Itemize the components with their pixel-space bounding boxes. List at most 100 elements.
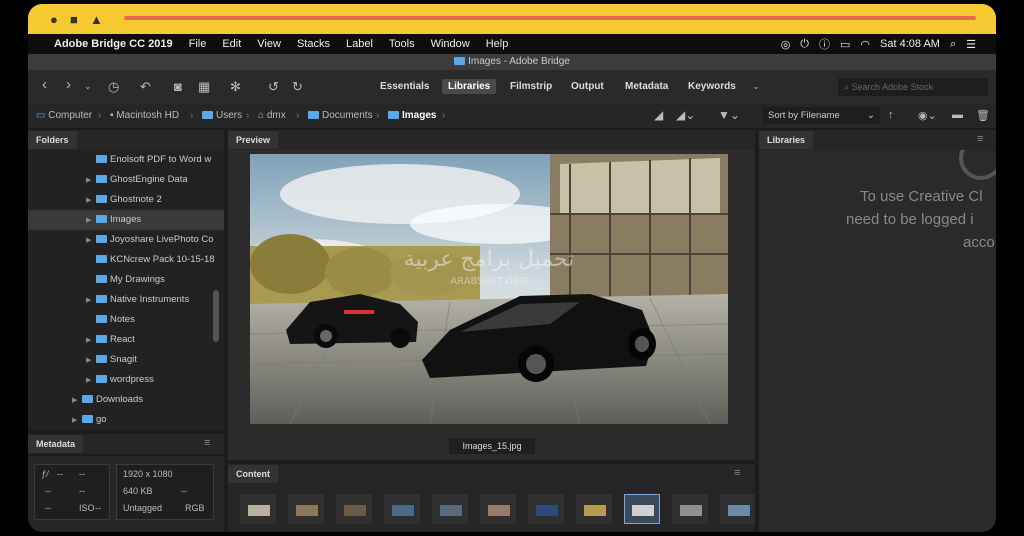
disk-icon: ▪: [110, 110, 114, 121]
boomerang-icon[interactable]: ↶: [140, 79, 151, 95]
libraries-message-line-2: need to be logged i: [846, 211, 974, 228]
tab-metadata[interactable]: Metadata: [28, 435, 84, 453]
folder-row[interactable]: ▶ Downloads: [28, 390, 224, 410]
open-recent-icon[interactable]: ◉⌄: [918, 109, 937, 122]
folder-label: KCNcrew Pack 10-15-18: [110, 254, 215, 265]
panel-menu-icon[interactable]: ≡: [734, 467, 740, 479]
forward-icon[interactable]: ›: [66, 76, 71, 93]
content-thumbnail[interactable]: [624, 494, 660, 524]
folder-icon: [96, 295, 107, 304]
workspace-keywords[interactable]: Keywords: [688, 81, 736, 92]
folder-label: Native Instruments: [110, 294, 190, 305]
folder-row[interactable]: ▶ wordpress: [28, 370, 224, 390]
workspace-metadata[interactable]: Metadata: [625, 81, 668, 92]
disclosure-triangle-icon[interactable]: ▶: [72, 411, 82, 430]
folder-row[interactable]: ▶ React: [28, 330, 224, 350]
folder-row[interactable]: ▶ Images: [28, 210, 224, 230]
content-thumbnail[interactable]: [720, 494, 755, 524]
breadcrumb-documents[interactable]: Documents: [308, 110, 373, 121]
breadcrumb-dmx[interactable]: ⌂ dmx: [258, 110, 286, 121]
disclosure-triangle-icon[interactable]: ▶: [72, 391, 82, 410]
content-thumbnail[interactable]: [288, 494, 324, 524]
libraries-message-line-1: To use Creative Cl: [860, 188, 983, 205]
disclosure-triangle-icon[interactable]: ▶: [86, 231, 96, 250]
workspace-essentials[interactable]: Essentials: [380, 81, 429, 92]
content-thumbnail[interactable]: [384, 494, 420, 524]
folder-row[interactable]: ▶ Native Instruments: [28, 290, 224, 310]
folder-row[interactable]: Notes: [28, 310, 224, 330]
rotate-right-icon[interactable]: ↻: [292, 79, 303, 95]
folder-row[interactable]: ▶ Ghostnote 2: [28, 190, 224, 210]
folder-row[interactable]: Enolsoft PDF to Word w: [28, 150, 224, 170]
disclosure-triangle-icon[interactable]: ▶: [86, 191, 96, 210]
search-input[interactable]: ⌕ Search Adobe Stock: [838, 78, 988, 96]
content-thumbnail[interactable]: [576, 494, 612, 524]
breadcrumb-users[interactable]: Users: [202, 110, 242, 121]
menu-edit[interactable]: Edit: [222, 38, 241, 50]
breadcrumb-macintosh-hd[interactable]: ▪ Macintosh HD: [110, 110, 179, 121]
search-icon[interactable]: ⌕: [950, 38, 956, 51]
creative-cloud-icon[interactable]: ◎: [781, 38, 791, 51]
sort-ascending-icon[interactable]: ↑: [888, 109, 894, 121]
folder-row[interactable]: ▶ GhostEngine Data: [28, 170, 224, 190]
content-thumbnail[interactable]: [480, 494, 516, 524]
disclosure-triangle-icon[interactable]: ▶: [86, 211, 96, 230]
menu-window[interactable]: Window: [431, 38, 470, 50]
rating-filter-icon[interactable]: ◢⌄: [676, 108, 695, 122]
content-thumbnail[interactable]: [672, 494, 708, 524]
quality-icon[interactable]: ◢: [654, 108, 663, 122]
refine-icon[interactable]: ▦: [198, 79, 210, 95]
disclosure-triangle-icon[interactable]: ▶: [86, 291, 96, 310]
new-folder-icon[interactable]: ▬: [952, 109, 963, 121]
app-menu[interactable]: Adobe Bridge CC 2019: [54, 38, 173, 50]
rotate-left-icon[interactable]: ↺: [268, 79, 279, 95]
chevron-down-icon[interactable]: ⌄: [84, 81, 92, 92]
trash-icon[interactable]: 🗑: [976, 109, 990, 122]
filter-icon[interactable]: ▼⌄: [718, 108, 740, 122]
info-icon[interactable]: ⓘ: [819, 36, 830, 52]
preview-image[interactable]: تحميل برامج عربية ARABSOFT.ORG: [250, 154, 728, 424]
panel-menu-icon[interactable]: ≡: [977, 133, 983, 145]
content-thumbnail[interactable]: [240, 494, 276, 524]
folder-icon: [96, 175, 107, 184]
folder-row[interactable]: ▶ Joyoshare LivePhoto Co: [28, 230, 224, 250]
menu-view[interactable]: View: [257, 38, 281, 50]
airplay-icon[interactable]: ▭: [840, 38, 850, 51]
wifi-icon[interactable]: ◠: [860, 38, 870, 51]
menu-label[interactable]: Label: [346, 38, 373, 50]
menu-file[interactable]: File: [189, 38, 207, 50]
workspace-filmstrip[interactable]: Filmstrip: [510, 81, 552, 92]
content-thumbnail[interactable]: [528, 494, 564, 524]
folder-row[interactable]: ▶ go: [28, 410, 224, 430]
recent-icon[interactable]: ◷: [108, 79, 119, 95]
disclosure-triangle-icon[interactable]: ▶: [86, 371, 96, 390]
clock[interactable]: Sat 4:08 AM: [880, 38, 940, 50]
disclosure-triangle-icon[interactable]: ▶: [86, 171, 96, 190]
tab-preview[interactable]: Preview: [228, 131, 279, 149]
folder-row[interactable]: KCNcrew Pack 10-15-18: [28, 250, 224, 270]
content-thumbnail[interactable]: [336, 494, 372, 524]
chevron-down-icon[interactable]: ⌄: [752, 81, 760, 92]
breadcrumb-computer[interactable]: ▭ Computer: [36, 110, 92, 121]
disclosure-triangle-icon[interactable]: ▶: [86, 351, 96, 370]
panel-menu-icon[interactable]: ≡: [204, 437, 210, 449]
workspace-output[interactable]: Output: [571, 81, 604, 92]
disclosure-triangle-icon[interactable]: ▶: [86, 331, 96, 350]
content-thumbnail[interactable]: [432, 494, 468, 524]
back-icon[interactable]: ‹: [42, 76, 47, 93]
menu-tools[interactable]: Tools: [389, 38, 415, 50]
tab-content[interactable]: Content: [228, 465, 278, 483]
tab-folders[interactable]: Folders: [28, 131, 77, 149]
camera-icon[interactable]: ◙: [174, 79, 182, 94]
status-icon[interactable]: ⏻: [800, 38, 809, 51]
workspace-libraries[interactable]: Libraries: [442, 79, 497, 94]
menu-help[interactable]: Help: [486, 38, 509, 50]
menu-list-icon[interactable]: ☰: [966, 38, 976, 51]
folder-row[interactable]: My Drawings: [28, 270, 224, 290]
folder-row[interactable]: ▶ Snagit: [28, 350, 224, 370]
tab-libraries[interactable]: Libraries: [759, 131, 814, 149]
menu-stacks[interactable]: Stacks: [297, 38, 330, 50]
breadcrumb-images[interactable]: Images: [388, 110, 436, 121]
sort-dropdown[interactable]: Sort by Filename ⌄: [762, 107, 880, 124]
thumbnail-image: [584, 505, 606, 516]
